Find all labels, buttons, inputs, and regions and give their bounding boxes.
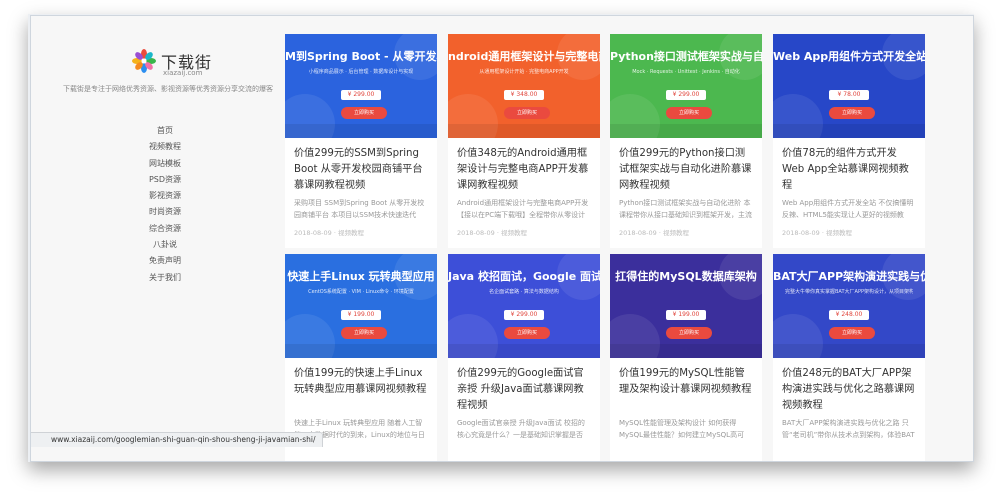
post-title[interactable]: 价值78元的组件方式开发 Web App全站慕课网视频教程 — [773, 138, 925, 194]
site-logo[interactable]: 下载街 xiazaij.com — [131, 48, 211, 78]
thumbnail-subtitle: 完整大牛带你真实掌握BAT大厂APP架构设计，从项目架构演变到优化 — [785, 289, 913, 295]
thumbnail-subtitle: 从通用框架设计开始 · 完整电商APP开发 — [479, 69, 569, 75]
nav-item-about[interactable]: 关于我们 — [31, 270, 299, 286]
thumbnail-price: ¥ 78.00 — [829, 90, 869, 100]
post-meta — [448, 441, 600, 447]
post-excerpt: Python接口测试框架实战与自动化进阶 本课程带你从接口基础知识到框架开发，主… — [619, 199, 752, 219]
post-title[interactable]: 价值248元的BAT大厂APP架构演进实践与优化之路慕课网视频教程 — [773, 358, 925, 414]
nav-item-disclaimer[interactable]: 免责声明 — [31, 253, 299, 269]
post-grid: M到Spring Boot - 从零开发校园商铺小程序商品展示 · 后台管理 ·… — [285, 34, 935, 461]
thumbnail-title: M到Spring Boot - 从零开发校园商铺 — [285, 50, 437, 63]
post-thumbnail[interactable]: Python接口测试框架实战与自动化进 Mock · Requests · Uni… — [610, 34, 762, 138]
thumbnail-price: ¥ 248.00 — [829, 310, 869, 320]
buy-now-button[interactable]: 立即购买 — [504, 107, 550, 119]
thumbnail-price: ¥ 199.00 — [666, 310, 706, 320]
thumbnail-subtitle: Mock · Requests · Unittest · Jenkins · 自… — [632, 69, 740, 75]
thumbnail-price: ¥ 299.00 — [504, 310, 544, 320]
thumbnail-title: BAT大厂APP架构演进实践与优化之 — [773, 270, 925, 283]
logo-domain: xiazaij.com — [163, 69, 203, 77]
post-card[interactable]: BAT大厂APP架构演进实践与优化之完整大牛带你真实掌握BAT大厂APP架构设计… — [773, 254, 925, 461]
thumbnail-title: Python接口测试框架实战与自动化进 — [610, 50, 762, 63]
post-excerpt: BAT大厂APP架构演进实践与优化之路 只管“老司机”带你从技术点到架构，体验B… — [782, 419, 915, 439]
post-title[interactable]: 价值348元的Android通用框架设计与完整电商APP开发慕课网教程视频 — [448, 138, 600, 194]
post-thumbnail[interactable]: M到Spring Boot - 从零开发校园商铺小程序商品展示 · 后台管理 ·… — [285, 34, 437, 138]
buy-now-button[interactable]: 立即购买 — [829, 327, 875, 339]
post-meta: 2018-08-09 · 视频教程 — [294, 229, 364, 237]
post-thumbnail[interactable]: 扛得住的MySQL数据库架构 ¥ 199.00 立即购买 — [610, 254, 762, 358]
post-card[interactable]: 扛得住的MySQL数据库架构 ¥ 199.00 立即购买价值199元的MySQL性能… — [610, 254, 762, 461]
post-card[interactable]: Java 校招面试，Google 面试官亲授名企面试套路 · 算法与数据结构 ¥ … — [448, 254, 600, 461]
post-thumbnail[interactable]: BAT大厂APP架构演进实践与优化之完整大牛带你真实掌握BAT大厂APP架构设计… — [773, 254, 925, 358]
thumbnail-subtitle: CentOS系统配置 · VIM · Linux命令 · 环境配置 — [308, 289, 414, 295]
post-title[interactable]: 价值299元的Python接口测试框架实战与自动化进阶慕课网教程视频 — [610, 138, 762, 194]
post-thumbnail[interactable]: ndroid通用框架设计与完整电商APP开从通用框架设计开始 · 完整电商APP… — [448, 34, 600, 138]
post-thumbnail[interactable]: Web App用组件方式开发全站 ¥ 78.00 立即购买 — [773, 34, 925, 138]
post-excerpt: Google面试官亲授 升级Java面试 校招的核心究竟是什么？一是基础知识掌握… — [457, 419, 585, 439]
nav-item-video-tutorials[interactable]: 视频教程 — [31, 139, 299, 155]
nav-item-general[interactable]: 综合资源 — [31, 221, 299, 237]
thumbnail-title: 快速上手Linux 玩转典型应用 — [287, 270, 435, 283]
nav-item-home[interactable]: 首页 — [31, 123, 299, 139]
buy-now-button[interactable]: 立即购买 — [504, 327, 550, 339]
thumbnail-subtitle: 小程序商品展示 · 后台管理 · 数据库设计与实现 — [308, 69, 414, 75]
thumbnail-title: Java 校招面试，Google 面试官亲授 — [448, 270, 600, 283]
status-bar-url: www.xiazaij.com/googlemian-shi-guan-qin-… — [31, 432, 323, 447]
post-excerpt: Web App用组件方式开发全站 不仅搞懂明反辣、HTML5能实现让人更好的视频… — [782, 199, 914, 219]
thumbnail-price: ¥ 299.00 — [341, 90, 381, 100]
sidebar-nav: 首页 视频教程 网站模板 PSD资源 影视资源 时尚资源 综合资源 八卦说 免责… — [31, 123, 299, 286]
flower-logo-icon — [132, 49, 156, 73]
post-title[interactable]: 价值199元的快速上手Linux 玩转典型应用慕课网视频教程 — [285, 358, 437, 414]
buy-now-button[interactable]: 立即购买 — [829, 107, 875, 119]
nav-item-site-templates[interactable]: 网站模板 — [31, 156, 299, 172]
buy-now-button[interactable]: 立即购买 — [666, 107, 712, 119]
post-meta — [773, 441, 925, 447]
thumbnail-title: ndroid通用框架设计与完整电商APP开 — [448, 50, 600, 63]
sidebar: 下载街 xiazaij.com 下载街是专注于网络优秀资源、影视资源等优秀资源分… — [31, 16, 287, 461]
nav-item-psd[interactable]: PSD资源 — [31, 172, 299, 188]
buy-now-button[interactable]: 立即购买 — [341, 327, 387, 339]
post-card[interactable]: M到Spring Boot - 从零开发校园商铺小程序商品展示 · 后台管理 ·… — [285, 34, 437, 248]
post-meta — [610, 441, 762, 447]
thumbnail-price: ¥ 299.00 — [666, 90, 706, 100]
browser-viewport: 下载街 xiazaij.com 下载街是专注于网络优秀资源、影视资源等优秀资源分… — [30, 15, 974, 462]
post-excerpt: 采购项目 SSM到Spring Boot 从零开发校园商铺平台 本项目以SSM技… — [294, 199, 425, 219]
post-title[interactable]: 价值299元的SSM到Spring Boot 从零开发校园商铺平台慕课网教程视频 — [285, 138, 437, 194]
post-meta: 2018-08-09 · 视频教程 — [619, 229, 689, 237]
thumbnail-price: ¥ 199.00 — [341, 310, 381, 320]
post-card[interactable]: Python接口测试框架实战与自动化进 Mock · Requests · Uni… — [610, 34, 762, 248]
post-meta: 2018-08-09 · 视频教程 — [457, 229, 527, 237]
thumbnail-subtitle: 名企面试套路 · 算法与数据结构 — [489, 289, 559, 295]
nav-item-gossip[interactable]: 八卦说 — [31, 237, 299, 253]
post-title[interactable]: 价值199元的MySQL性能管理及架构设计慕课网视频教程 — [610, 358, 762, 414]
nav-item-film[interactable]: 影视资源 — [31, 188, 299, 204]
post-excerpt: Android通用框架设计与完整电商APP开发【接以在PC端下载哦】全程带你从零… — [457, 199, 589, 219]
post-title[interactable]: 价值299元的Google面试官亲授 升级Java面试慕课网教程视频 — [448, 358, 600, 414]
post-meta: 2018-08-09 · 视频教程 — [782, 229, 852, 237]
nav-item-fashion[interactable]: 时尚资源 — [31, 204, 299, 220]
site-tagline: 下载街是专注于网络优秀资源、影视资源等优秀资源分享交流的爆客 — [63, 85, 273, 93]
post-card[interactable]: 快速上手Linux 玩转典型应用 CentOS系统配置 · VIM · Linux… — [285, 254, 437, 461]
post-thumbnail[interactable]: 快速上手Linux 玩转典型应用 CentOS系统配置 · VIM · Linux… — [285, 254, 437, 358]
buy-now-button[interactable]: 立即购买 — [341, 107, 387, 119]
post-card[interactable]: ndroid通用框架设计与完整电商APP开从通用框架设计开始 · 完整电商APP… — [448, 34, 600, 248]
buy-now-button[interactable]: 立即购买 — [666, 327, 712, 339]
post-excerpt: MySQL性能管理及架构设计 如何获得MySQL最佳性能？如何建立MySQL高可 — [619, 419, 745, 439]
thumbnail-title: Web App用组件方式开发全站 — [773, 50, 925, 63]
thumbnail-title: 扛得住的MySQL数据库架构 — [615, 270, 757, 283]
post-card[interactable]: Web App用组件方式开发全站 ¥ 78.00 立即购买价值78元的组件方式开发 … — [773, 34, 925, 248]
thumbnail-price: ¥ 348.00 — [504, 90, 544, 100]
post-thumbnail[interactable]: Java 校招面试，Google 面试官亲授名企面试套路 · 算法与数据结构 ¥ … — [448, 254, 600, 358]
